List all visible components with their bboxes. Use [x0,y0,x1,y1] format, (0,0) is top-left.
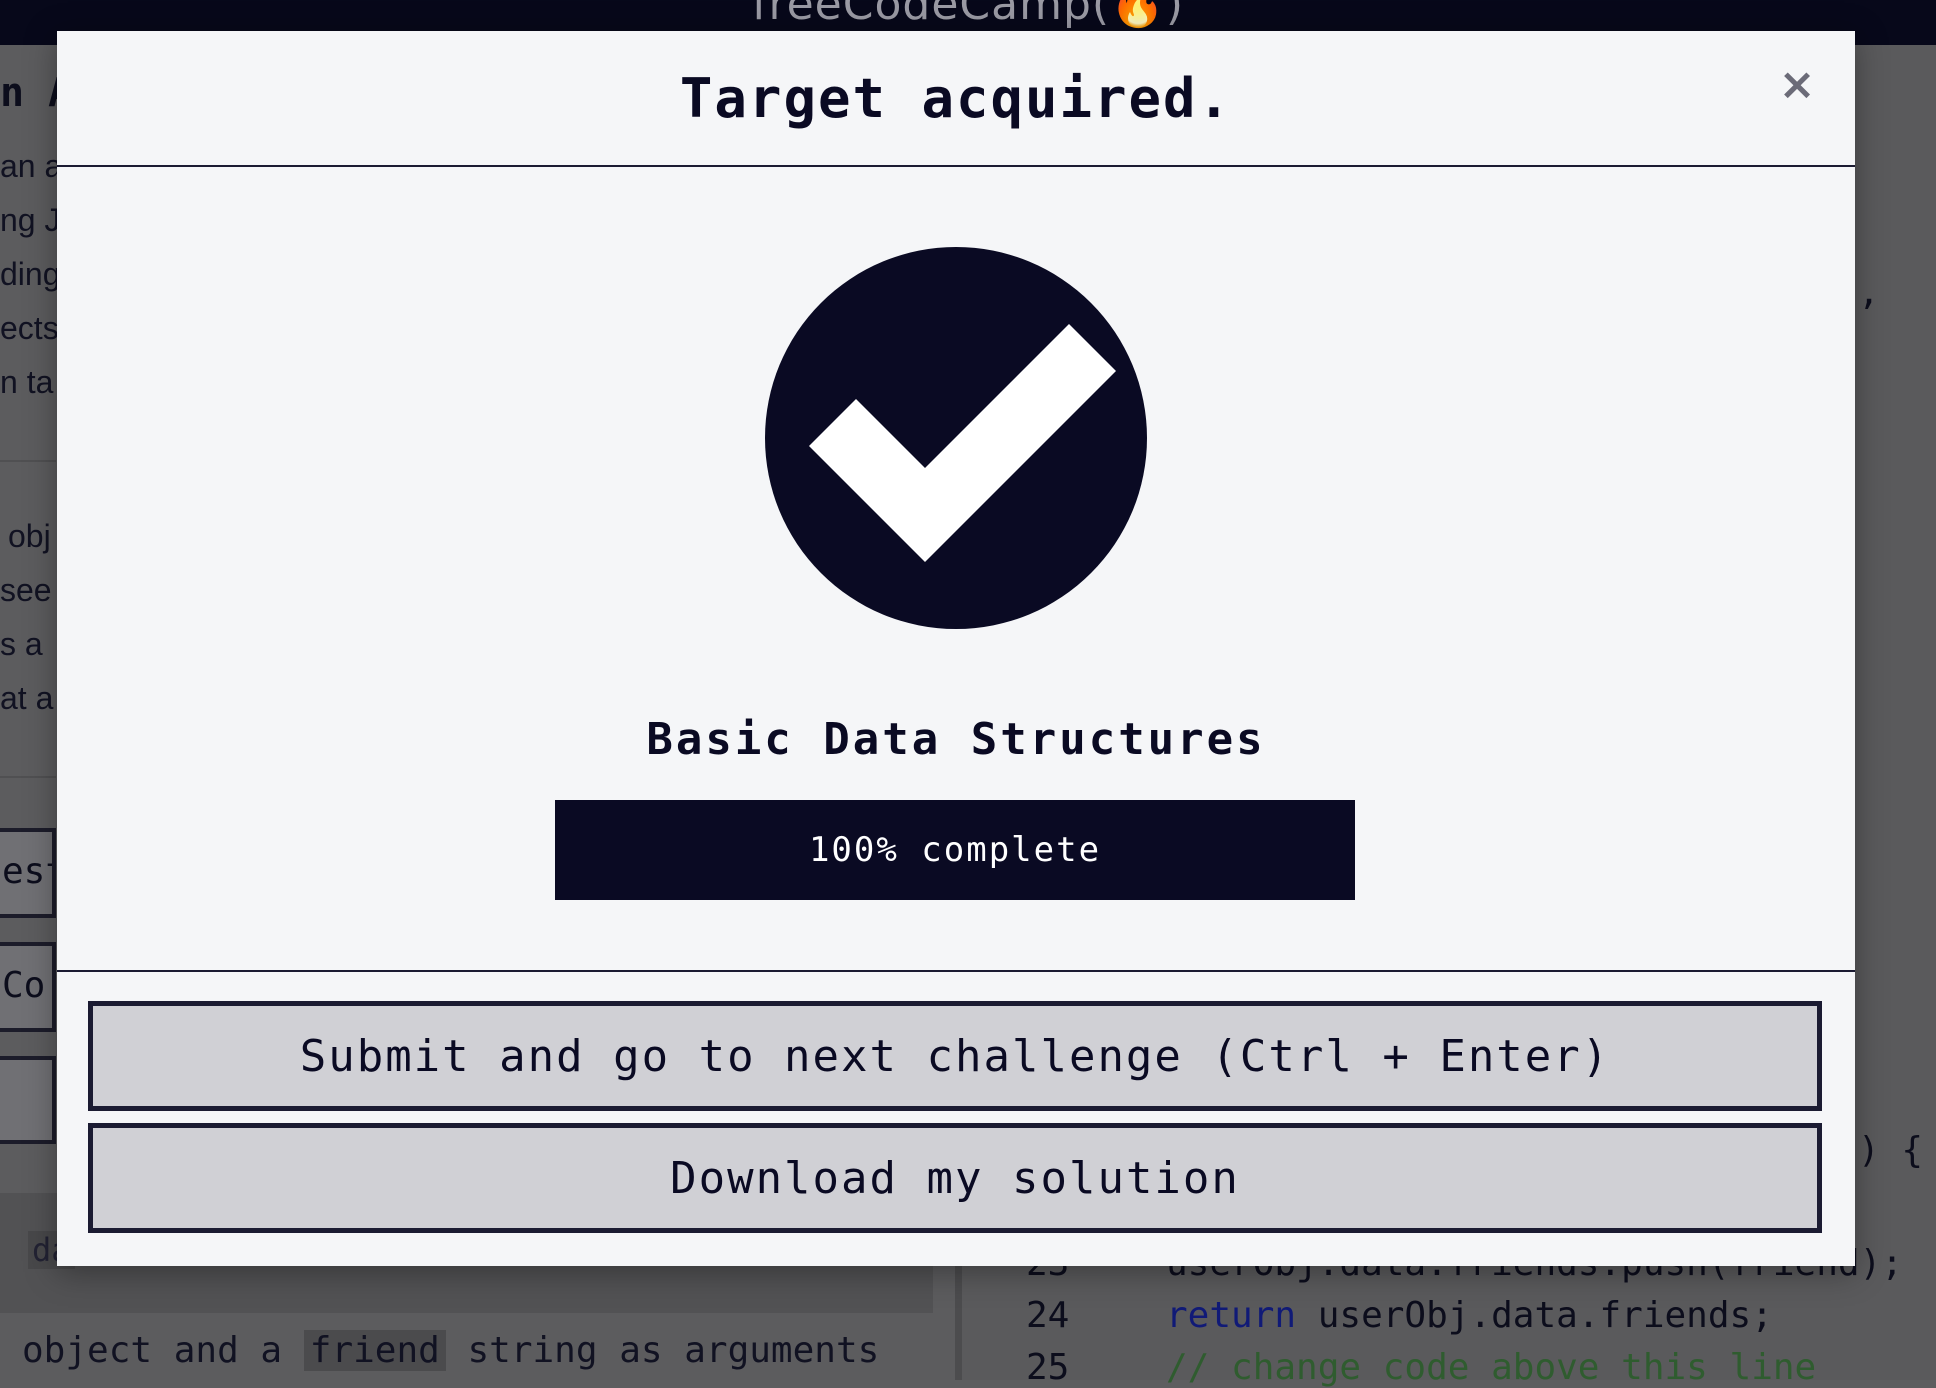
progress-label: 100% complete [808,830,1102,870]
inline-code: friend [303,1330,446,1371]
download-solution-button[interactable]: Download my solution [88,1123,1822,1233]
divider [0,460,56,462]
instructions-text-part: object and a [22,1330,304,1371]
description-line: at a [0,680,54,716]
completion-modal: Target acquired. × Basic Data Structures… [57,31,1855,1266]
code-line[interactable]: // change code above this line [1166,1347,1816,1388]
line-number: 24 [1026,1295,1070,1336]
check-circle-icon [765,247,1147,629]
code-line[interactable]: return userObj.data.friends; [1166,1295,1773,1336]
modal-header: Target acquired. × [57,31,1855,167]
run-tests-button[interactable]: est [0,828,56,918]
block-title: Basic Data Structures [646,714,1266,765]
more-options-button[interactable] [0,1056,56,1144]
divider [0,776,56,778]
description-line: n ta [0,364,54,400]
footer-divider [57,970,1855,972]
description-line: obj [8,518,51,554]
instructions-text: object and a friend string as arguments [22,1330,879,1371]
description-line: ng J [0,202,61,238]
reset-code-button[interactable]: Co [0,942,56,1032]
brand-logo[interactable]: freeCodeCamp(🔥) [0,0,1936,30]
code-text: userObj.data.friends; [1296,1295,1773,1336]
instructions-text-part: string as arguments [445,1330,880,1371]
keyword: return [1166,1295,1297,1336]
code-fragment: , [1858,272,1880,313]
progress-bar: 100% complete [555,800,1355,900]
close-icon[interactable]: × [1777,63,1817,107]
description-line: an a [0,148,63,184]
modal-title: Target acquired. [679,67,1233,130]
code-fragment: ) { [1858,1130,1924,1171]
description-line: s a [0,626,43,662]
description-line: ding [0,256,61,292]
line-number: 25 [1026,1347,1070,1388]
description-line: ects [0,310,59,346]
submit-next-challenge-button[interactable]: Submit and go to next challenge (Ctrl + … [88,1001,1822,1111]
